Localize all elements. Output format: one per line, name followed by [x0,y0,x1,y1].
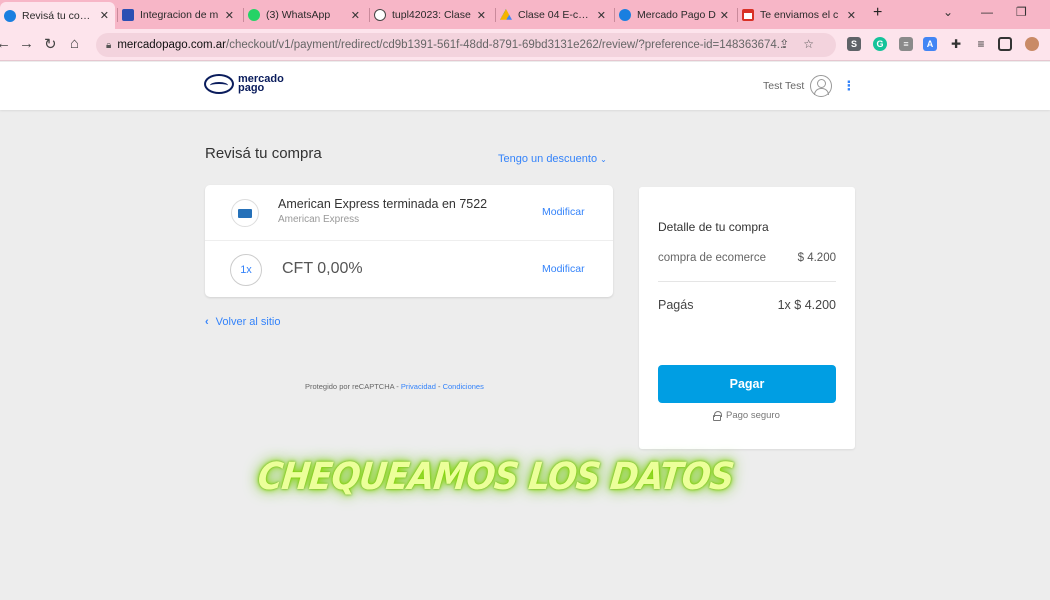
user-avatar-icon[interactable] [810,75,833,97]
modify-payment-link[interactable]: Modificar [542,206,585,218]
handshake-logo-icon [204,74,234,94]
browser-tab[interactable]: Mercado Pago D ✕ [615,3,735,27]
chevron-left-icon: ‹ [205,316,209,328]
new-tab-button[interactable]: + [873,4,882,22]
total-amount: 1x $ 4.200 [777,298,836,312]
browser-tab[interactable]: Te enviamos el c ✕ [738,3,862,27]
tab-search-chevron-icon[interactable]: ⌄ [943,5,953,19]
browser-tab[interactable]: (3) WhatsApp ✕ [244,3,366,27]
overlay-caption: CHEQUEAMOS LOS DATOS [255,455,736,499]
user-name: Test Test [763,80,805,92]
browser-tab[interactable]: Clase 04 E-comm ✕ [496,3,612,27]
close-tab-icon[interactable]: ✕ [847,9,856,22]
logo-text: mercado pago [238,74,284,94]
recaptcha-dash: - [435,382,443,391]
installments-row: 1x CFT 0,00% Modificar [205,241,613,297]
tab-title: Mercado Pago D [637,9,716,21]
terms-link[interactable]: Condiciones [443,382,484,391]
minimize-window-button[interactable]: — [981,5,993,19]
mercadopago-logo[interactable]: mercado pago [204,74,284,94]
share-and-bookmark-icons[interactable]: ⇪☆ [779,37,828,51]
forward-arrow-icon[interactable]: → [19,35,34,52]
purchase-summary: Detalle de tu compra compra de ecomerce … [639,187,855,449]
pay-button[interactable]: Pagar [658,365,836,403]
close-tab-icon[interactable]: ✕ [477,9,486,22]
mercadopago-favicon-icon [4,9,16,22]
profile-avatar[interactable] [1025,37,1039,51]
browser-tab[interactable]: tupl42023: Clase ✕ [370,3,492,27]
back-link-label: Volver al sitio [215,316,281,328]
discount-link-label: Tengo un descuento [498,153,598,165]
address-bar[interactable]: 🔒︎ mercadopago.com.ar/checkout/v1/paymen… [96,33,836,57]
extensions-puzzle-icon[interactable]: ✚ [949,37,963,51]
tab-title: Revisá tu compra [22,9,96,22]
browser-toolbar: ← → ↻ ⌂ 🔒︎ mercadopago.com.ar/checkout/v… [0,29,1050,61]
amex-card-icon [231,199,259,227]
reader-extension-icon[interactable]: ≡ [899,37,913,51]
close-tab-icon[interactable]: ✕ [100,9,109,22]
secure-payment-note: Pago seguro [713,410,780,421]
close-tab-icon[interactable]: ✕ [351,9,360,22]
close-tab-icon[interactable]: ✕ [225,9,234,22]
summary-title: Detalle de tu compra [658,220,769,234]
padlock-icon[interactable]: 🔒︎ [106,40,111,51]
recaptcha-text: Protegido por reCAPTCHA - [305,382,401,391]
card-name: American Express terminada en 7522 [278,197,488,211]
card-brand: American Express [278,214,360,225]
chevron-down-icon: ⌄ [600,155,607,164]
close-tab-icon[interactable]: ✕ [720,9,729,22]
print-favicon-icon [122,9,134,21]
translate-extension-icon[interactable]: A [923,37,937,51]
close-tab-icon[interactable]: ✕ [597,9,606,22]
side-panel-icon[interactable] [998,37,1012,51]
github-favicon-icon [374,9,386,21]
modify-installments-link[interactable]: Modificar [542,263,585,275]
tab-title: (3) WhatsApp [266,9,331,21]
item-name: compra de ecomerce [658,252,767,264]
google-drive-favicon-icon [500,9,512,20]
skype-extension-icon[interactable]: S [847,37,861,51]
page-title: Revisá tu compra [205,145,322,162]
privacy-link[interactable]: Privacidad [401,382,436,391]
payment-card: American Express terminada en 7522 Ameri… [205,185,613,297]
installments-badge: 1x [230,254,262,286]
item-price: $ 4.200 [797,252,836,264]
mercadopago-favicon-icon [619,9,631,21]
media-playlist-icon[interactable]: ≡ [974,37,988,51]
restore-window-button[interactable]: ❐ [1016,5,1027,19]
logo-text-line: pago [238,82,265,94]
user-menu[interactable]: Test Test ⋮ [763,75,855,97]
discount-link[interactable]: Tengo un descuento ⌄ [498,153,607,165]
gmail-favicon-icon [742,9,754,21]
more-options-icon[interactable]: ⋮ [842,78,855,94]
back-to-site-link[interactable]: ‹ Volver al sitio [205,316,280,328]
payment-method-row: American Express terminada en 7522 Ameri… [205,185,613,241]
tab-title: Integracion de m [140,9,219,21]
url-path: /checkout/v1/payment/redirect/cd9b1391-5… [226,39,787,51]
browser-tab-bar: Revisá tu compra ✕ Integracion de m ✕ (3… [0,0,1050,29]
summary-divider [658,281,836,282]
reload-icon[interactable]: ↻ [44,35,57,53]
url-host: mercadopago.com.ar [117,39,226,51]
site-header: mercado pago Test Test ⋮ [0,62,1050,110]
paying-label: Pagás [658,298,694,312]
cft-value: CFT 0,00% [282,260,363,277]
browser-tab[interactable]: Revisá tu compra ✕ [0,2,115,29]
tab-title: tupl42023: Clase [392,9,471,21]
lock-icon [713,410,722,421]
grammarly-extension-icon[interactable]: G [873,37,887,51]
tab-title: Te enviamos el c [760,9,839,21]
whatsapp-favicon-icon [248,9,260,21]
browser-tab[interactable]: Integracion de m ✕ [118,3,240,27]
home-icon[interactable]: ⌂ [70,35,79,52]
recaptcha-notice: Protegido por reCAPTCHA - Privacidad - C… [305,382,484,391]
tab-title: Clase 04 E-comm [518,9,593,21]
back-arrow-icon[interactable]: ← [0,35,11,52]
secure-label: Pago seguro [726,410,780,421]
